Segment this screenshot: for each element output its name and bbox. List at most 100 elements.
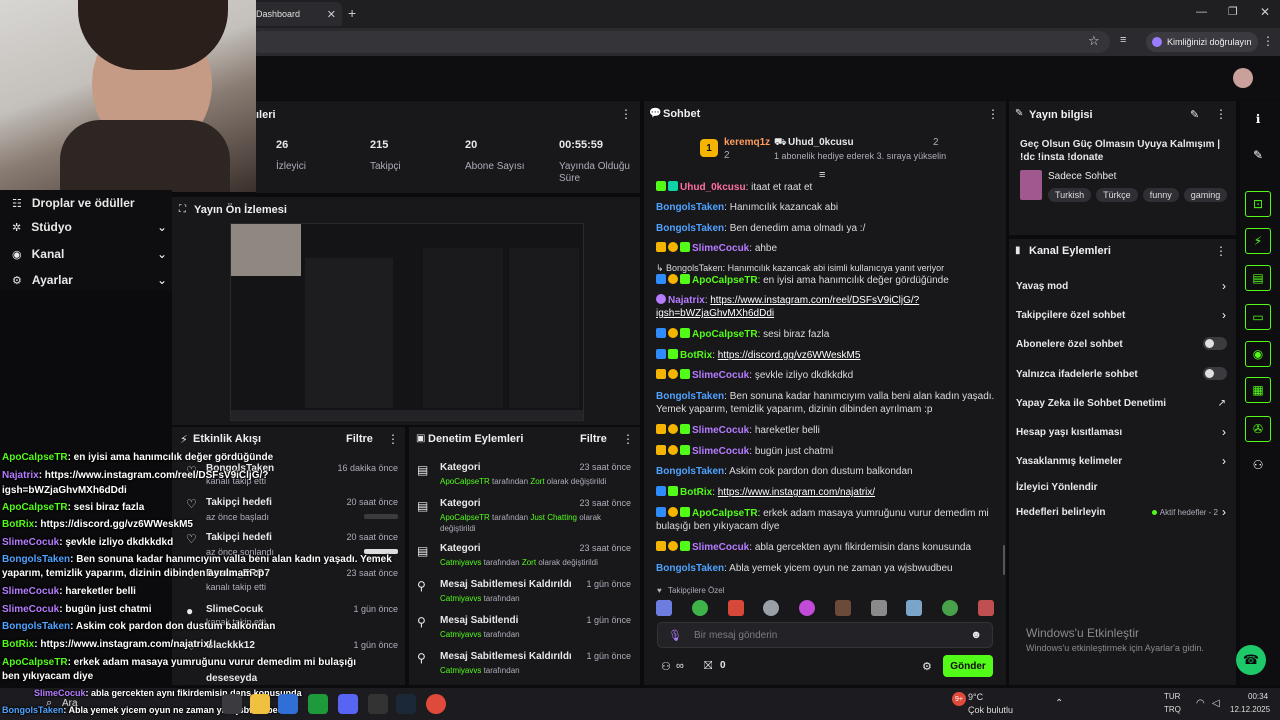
gift-box-icon[interactable]: ⛝ [704,660,712,673]
chat-icon[interactable]: ▭ [1245,304,1271,330]
action-goals[interactable]: Hedefleri belirleyin Aktif hedefler - 2 … [1016,504,1226,520]
action-host[interactable]: İzleyici Yönlendir [1016,479,1226,495]
chat-username[interactable]: SlimeCocuk [692,446,749,457]
emote-icon[interactable] [799,600,816,616]
tag[interactable]: funny [1142,188,1179,202]
chat-username[interactable]: BongolsTaken [656,202,724,213]
preview-video[interactable] [230,223,584,421]
bolt-icon[interactable]: ⚡ [1245,228,1271,254]
volume-icon[interactable]: ◁ [1212,698,1220,709]
moderation-filter-button[interactable]: Filtre [580,433,607,445]
chat-username[interactable]: ApoCalpseTR [692,329,758,340]
chat-username[interactable]: Uhud_0kcusu [680,182,746,193]
support-chat-icon[interactable]: ☎ [1236,645,1266,675]
tray-arrow-icon[interactable]: ⌃ [1055,698,1063,709]
xbox-icon[interactable] [308,694,328,714]
action-followers-only[interactable]: Takipçilere özel sohbet › [1016,307,1226,323]
chat-username[interactable]: SlimeCocuk [692,542,749,553]
profile-button[interactable]: Kimliğinizi doğrulayın [1146,32,1258,52]
info-icon[interactable]: ℹ [1245,106,1271,132]
chat-username[interactable]: ApoCalpseTR [692,275,758,286]
chat-username[interactable]: Najatrix [668,295,705,306]
emote-icon[interactable] [691,600,708,616]
collapse-icon[interactable]: ≡ [819,169,825,181]
sidebar-item-settings[interactable]: ⚙ Ayarlar ⌄ [12,271,167,289]
more-icon[interactable]: ⋮ [987,107,999,121]
emote-icon[interactable] [656,600,672,616]
clipboard-icon[interactable]: ▤ [1245,265,1271,291]
tag[interactable]: gaming [1183,188,1228,202]
chat-link[interactable]: https://discord.gg/vz6WWeskM5 [718,350,861,361]
emoji-icon[interactable]: ☻ [970,629,982,641]
focus-icon[interactable]: ⊡ [1245,191,1271,217]
chrome-icon[interactable] [426,694,446,714]
wrench-icon[interactable]: ✇ [1245,416,1271,442]
discord-icon[interactable] [338,694,358,714]
wifi-icon[interactable]: ◠ [1196,698,1205,709]
sidebar-item-studio[interactable]: ✲ Stüdyo ⌄ [12,218,167,236]
emote-icon[interactable] [906,600,923,616]
window-close-icon[interactable]: ✕ [1260,5,1270,19]
more-icon[interactable]: ⋮ [620,107,632,121]
chat-username[interactable]: SlimeCocuk [692,425,749,436]
address-bar[interactable] [250,31,1110,53]
chat-username[interactable]: BotRix [680,487,712,498]
emote-icon[interactable] [870,600,887,616]
chat-username[interactable]: ApoCalpseTR [692,508,758,519]
user-avatar[interactable] [1233,68,1253,88]
language[interactable]: TUR [1164,692,1180,701]
search-icon[interactable]: ⌕ [46,697,52,710]
users-icon[interactable]: ⚇ [661,660,671,673]
new-tab-icon[interactable]: + [348,5,356,21]
clock-time[interactable]: 00:34 [1248,692,1268,701]
action-account-age[interactable]: Hesap yaşı kısıtlaması › [1016,424,1226,440]
chat-username[interactable]: BongolsTaken [656,391,724,402]
browser-menu-icon[interactable]: ⋮ [1262,34,1274,48]
category-thumbnail[interactable] [1020,170,1042,200]
emote-icon[interactable] [834,600,851,616]
emote-icon[interactable] [763,600,780,616]
chat-link[interactable]: https://www.instagram.com/najatrix/ [718,487,875,498]
send-button[interactable]: Gönder [943,655,993,677]
mic-icon[interactable]: 🎙 [668,629,682,642]
sidebar-item-drops[interactable]: ☷ Droplar ve ödüller [12,194,167,212]
broadcast-icon[interactable]: ◉ [1245,341,1271,367]
chat-username[interactable]: SlimeCocuk [692,370,749,381]
activity-filter-button[interactable]: Filtre [346,433,373,445]
minimize-icon[interactable]: — [1196,6,1207,18]
action-slow-mode[interactable]: Yavaş mod › [1016,278,1226,294]
action-ai-moderation[interactable]: Yapay Zeka ile Sohbet Denetimi ↗ [1016,395,1226,411]
browser-tab[interactable]: Dashboard ✕ [250,2,342,26]
app-icon[interactable] [222,694,242,714]
chat-scrollbar[interactable] [1003,545,1005,575]
media-icon[interactable]: ≡ [1120,34,1126,46]
chat-username[interactable]: BongolsTaken [656,223,724,234]
more-icon[interactable]: ⋮ [1215,244,1227,258]
emote-only-toggle[interactable] [1203,367,1227,380]
emote-icon[interactable] [727,600,744,616]
more-icon[interactable]: ⋮ [1215,107,1227,121]
chat-username[interactable]: BongolsTaken [656,466,724,477]
emote-icon[interactable] [977,600,994,616]
chat-input[interactable]: 🎙 Bir mesaj gönderin ☻ [657,622,993,648]
more-icon[interactable]: ⋮ [622,432,634,446]
pencil-icon[interactable]: ✎ [1245,142,1271,168]
tag[interactable]: Turkish [1048,188,1092,202]
subscribers-only-toggle[interactable] [1203,337,1227,350]
tag[interactable]: Türkçe [1096,188,1138,202]
chat-username[interactable]: BongolsTaken [656,563,724,574]
bookmark-star-icon[interactable]: ☆ [1088,33,1100,49]
sidebar-item-channel[interactable]: ◉ Kanal ⌄ [12,245,167,263]
steam-icon[interactable] [278,694,298,714]
action-banned-words[interactable]: Yasaklanmış kelimeler › [1016,453,1226,469]
more-icon[interactable]: ⋮ [387,432,399,446]
chat-username[interactable]: SlimeCocuk [692,243,749,254]
taskbar-search[interactable]: Ara [62,698,78,709]
weather-desc[interactable]: Çok bulutlu [968,705,1013,715]
edit-icon[interactable]: ✎ [1190,108,1199,121]
obs-icon[interactable] [368,694,388,714]
stream-category[interactable]: Sadece Sohbet [1048,171,1116,182]
gear-icon[interactable]: ⚙ [922,660,932,673]
emote-icon[interactable] [942,600,959,616]
users-icon[interactable]: ⚇ [1245,452,1271,478]
